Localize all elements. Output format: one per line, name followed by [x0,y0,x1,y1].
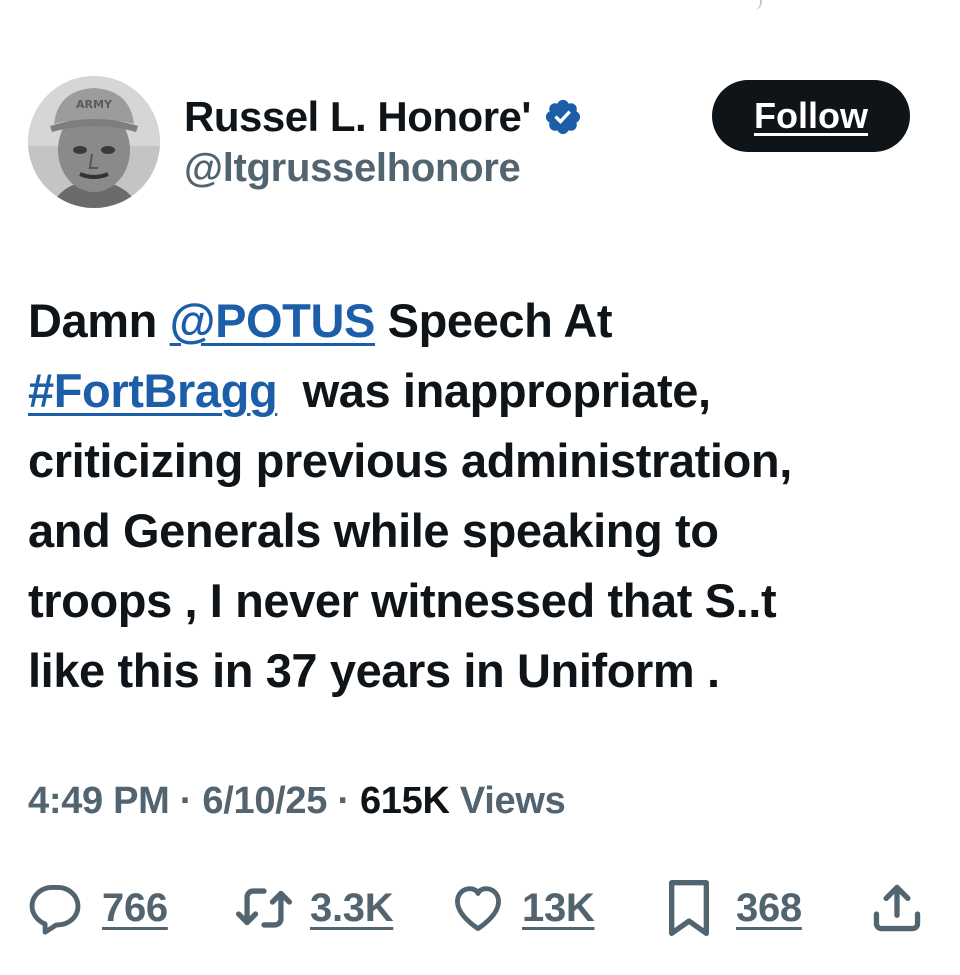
bookmark-count: 368 [736,885,802,930]
bookmark-button[interactable]: 368 [662,872,802,944]
reply-button[interactable]: 766 [26,872,168,944]
bookmark-icon [662,876,716,940]
tweet-text-start: Damn [28,294,170,347]
hashtag-link[interactable]: #FortBragg [28,364,278,417]
meta-separator: · [327,780,360,822]
display-name-row: Russel L. Honore' [184,92,583,142]
tweet-date[interactable]: 6/10/25 [202,780,327,822]
reply-icon [26,879,84,937]
mention-link[interactable]: @POTUS [170,294,376,347]
views-count: 615K [359,780,450,822]
author-info: Russel L. Honore' @ltgrusselhonore [184,92,583,191]
tweet-meta: 4:49 PM · 6/10/25 · 615K Views [28,780,566,823]
tweet-text: Damn @POTUS Speech At #FortBragg was ina… [28,286,928,706]
meta-separator: · [169,780,203,822]
display-name[interactable]: Russel L. Honore' [184,93,531,141]
author-handle[interactable]: @ltgrusselhonore [184,146,583,191]
like-count: 13K [522,885,595,930]
avatar[interactable]: ARMY [28,76,160,208]
like-button[interactable]: 13K [448,872,595,944]
tweet-time[interactable]: 4:49 PM [28,780,170,822]
views-label: Views [449,780,566,822]
avatar-photo: ARMY [28,76,160,208]
share-button[interactable] [868,872,926,944]
tweet-text-middle: Speech At [387,294,613,347]
action-bar: 766 3.3K 13K 368 [26,872,936,944]
previous-post-fragment [748,0,762,10]
repost-button[interactable]: 3.3K [232,872,394,944]
heart-icon [448,879,508,937]
avatar-cap-text: ARMY [76,98,113,111]
reply-count: 766 [102,885,168,930]
follow-button[interactable]: Follow [712,80,910,152]
share-icon [868,878,926,938]
repost-icon [232,879,296,937]
tweet-header: ARMY Russel L. Honore' @ltgrusselhonore … [28,76,932,210]
verified-badge-icon[interactable] [543,97,583,137]
repost-count: 3.3K [310,885,394,930]
